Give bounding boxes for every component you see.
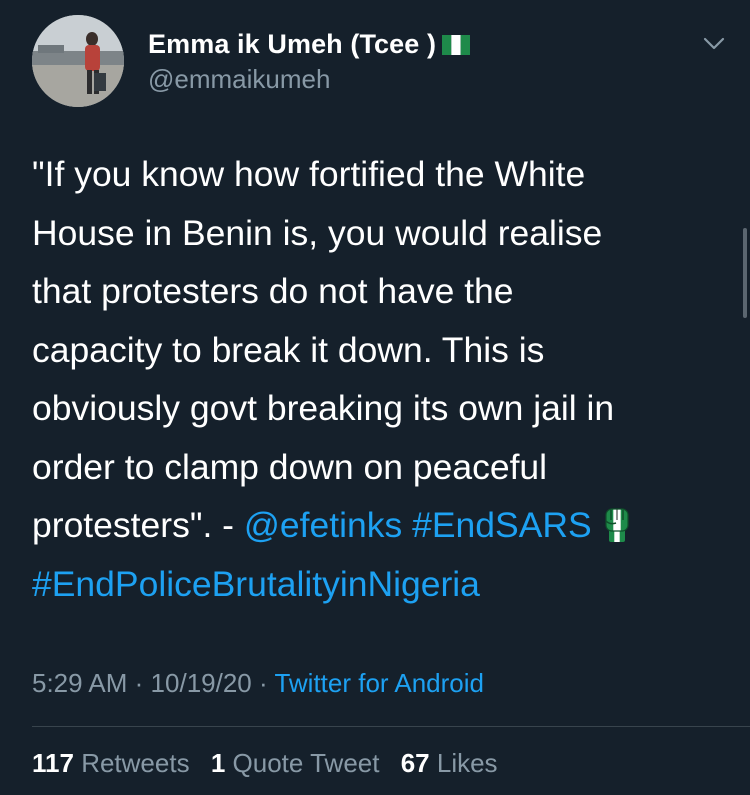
- tweet-stats: 117 Retweets 1 Quote Tweet 67 Likes: [32, 748, 512, 779]
- likes-label: Likes: [436, 748, 498, 778]
- meta-separator: ·: [134, 668, 144, 698]
- tweet-text: "If you know how fortified the White Hou…: [32, 145, 722, 613]
- avatar-photo-icon: [32, 15, 124, 107]
- raised-fist-nigeria-icon: [600, 502, 634, 542]
- tweet-line: capacity to break it down. This is: [32, 329, 545, 370]
- quote-tweets-label: Quote Tweet: [232, 748, 380, 778]
- name-row: Emma ik Umeh (Tcee ): [148, 29, 471, 60]
- mention-link[interactable]: @efetinks: [244, 505, 402, 545]
- user-handle[interactable]: @emmaikumeh: [148, 64, 330, 95]
- chevron-down-icon[interactable]: [700, 29, 728, 57]
- display-name[interactable]: Emma ik Umeh (Tcee ): [148, 29, 436, 60]
- likes-stat[interactable]: 67 Likes: [401, 748, 498, 778]
- retweets-label: Retweets: [81, 748, 190, 778]
- tweet-time[interactable]: 5:29 AM: [32, 668, 127, 698]
- retweets-stat[interactable]: 117 Retweets: [32, 748, 190, 778]
- tweet-line-prefix: protesters". -: [32, 505, 244, 545]
- tweet-line-with-links: protesters". - @efetinks #EndSARS: [32, 496, 722, 555]
- quote-tweets-stat[interactable]: 1 Quote Tweet: [211, 748, 380, 778]
- tweet-line: order to clamp down on peaceful: [32, 446, 548, 487]
- scrollbar[interactable]: [743, 228, 747, 318]
- divider: [32, 726, 750, 727]
- tweet-date[interactable]: 10/19/20: [151, 668, 252, 698]
- hashtag-link-endsars[interactable]: #EndSARS: [412, 505, 592, 545]
- nigeria-flag-icon: [442, 34, 471, 55]
- quote-tweets-count: 1: [210, 748, 226, 778]
- meta-separator: ·: [259, 668, 268, 698]
- hashtag-link-endpolicebrutality[interactable]: #EndPoliceBrutalityinNigeria: [32, 564, 480, 604]
- tweet-line: obviously govt breaking its own jail in: [32, 388, 615, 428]
- likes-count: 67: [400, 748, 430, 778]
- tweet-line: House in Benin is, you would realise: [32, 212, 603, 253]
- retweets-count: 117: [32, 748, 74, 778]
- tweet-line-hashtag: #EndPoliceBrutalityinNigeria: [32, 555, 722, 614]
- tweet-line: that protesters do not have the: [32, 271, 514, 311]
- tweet-line: "If you know how fortified the White: [32, 154, 586, 194]
- tweet-source-link[interactable]: Twitter for Android: [274, 668, 484, 698]
- tweet-meta: 5:29 AM · 10/19/20 · Twitter for Android: [32, 668, 484, 699]
- user-avatar[interactable]: [32, 15, 124, 107]
- tweet-header: Emma ik Umeh (Tcee ) @emmaikumeh: [32, 15, 728, 107]
